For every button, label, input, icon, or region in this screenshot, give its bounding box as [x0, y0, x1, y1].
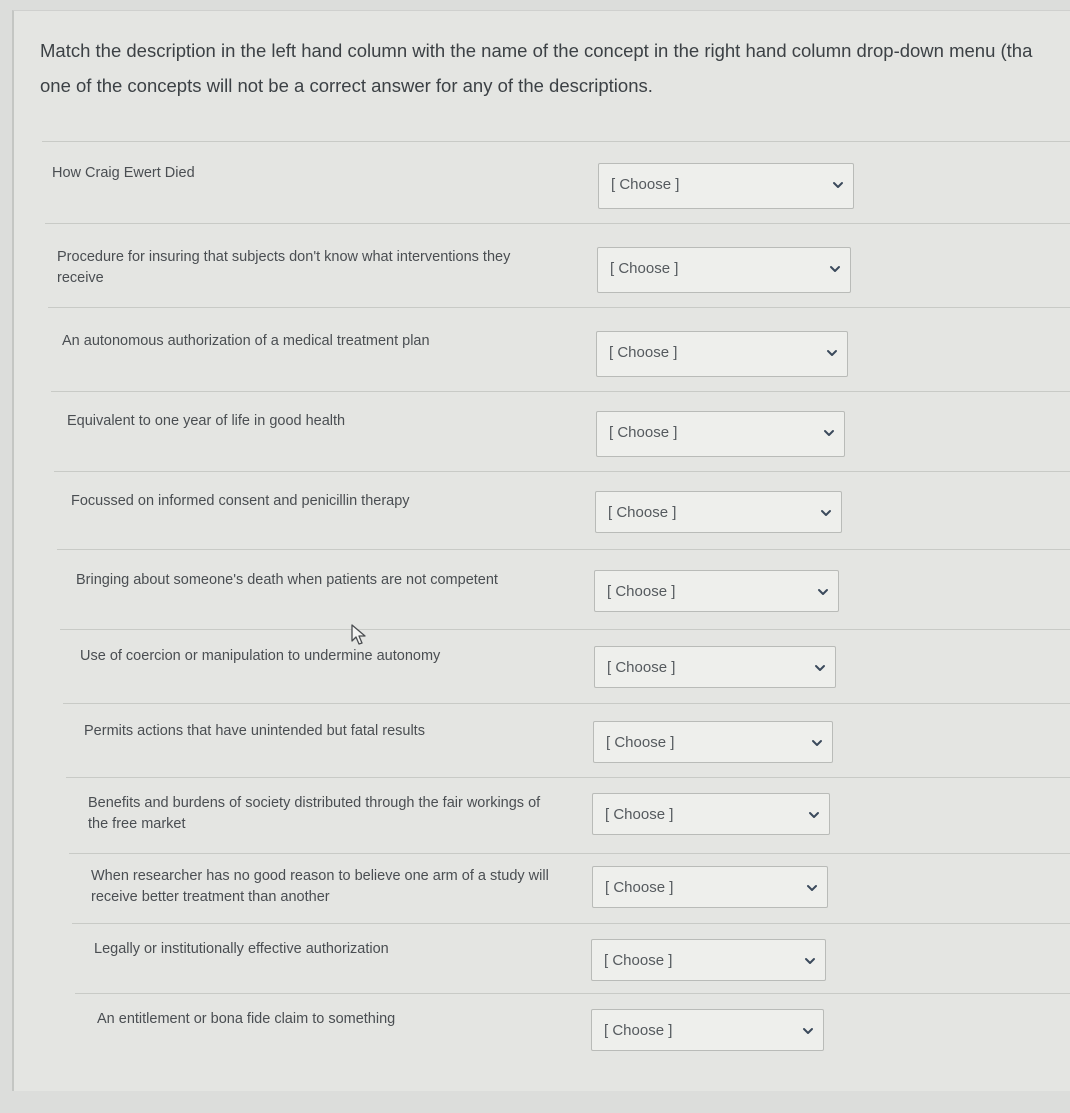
concept-dropdown[interactable]: [ Choose ]: [591, 939, 826, 981]
dropdown-selected-value: [ Choose ]: [607, 583, 676, 600]
dropdown-selected-value: [ Choose ]: [604, 952, 673, 969]
description-line: When researcher has no good reason to be…: [91, 868, 549, 884]
row-description: When researcher has no good reason to be…: [91, 866, 549, 908]
description-line: Permits actions that have unintended but…: [84, 723, 425, 739]
dropdown-selected-value: [ Choose ]: [605, 879, 674, 896]
description-line: Focussed on informed consent and penicil…: [71, 493, 410, 509]
description-line: How Craig Ewert Died: [52, 165, 195, 181]
concept-dropdown[interactable]: [ Choose ]: [592, 866, 828, 908]
dropdown-selected-value: [ Choose ]: [609, 424, 678, 441]
question-prompt: Match the description in the left hand c…: [40, 33, 1070, 103]
concept-dropdown[interactable]: [ Choose ]: [596, 411, 845, 457]
row-description: An autonomous authorization of a medical…: [62, 331, 430, 352]
prompt-line-1: Match the description in the left hand c…: [40, 40, 1033, 61]
row-description: Permits actions that have unintended but…: [84, 721, 425, 742]
match-row: An autonomous authorization of a medical…: [14, 331, 1070, 391]
description-line: Legally or institutionally effective aut…: [94, 941, 389, 957]
match-row: Use of coercion or manipulation to under…: [14, 646, 1070, 706]
row-divider: [54, 471, 1070, 472]
match-row: When researcher has no good reason to be…: [14, 866, 1070, 926]
concept-dropdown[interactable]: [ Choose ]: [591, 1009, 824, 1051]
description-line: An autonomous authorization of a medical…: [62, 333, 430, 349]
dropdown-selected-value: [ Choose ]: [607, 659, 676, 676]
description-line: An entitlement or bona fide claim to som…: [97, 1011, 396, 1027]
chevron-down-icon: [801, 1024, 815, 1038]
chevron-down-icon: [805, 881, 819, 895]
row-divider: [48, 307, 1070, 308]
chevron-down-icon: [813, 661, 827, 675]
match-row: Procedure for insuring that subjects don…: [14, 247, 1070, 307]
match-row: Bringing about someone's death when pati…: [14, 570, 1070, 630]
concept-dropdown[interactable]: [ Choose ]: [594, 570, 839, 612]
concept-dropdown[interactable]: [ Choose ]: [595, 491, 842, 533]
description-line: Use of coercion or manipulation to under…: [80, 648, 441, 664]
description-line: Equivalent to one year of life in good h…: [67, 413, 346, 429]
concept-dropdown[interactable]: [ Choose ]: [597, 247, 851, 293]
chevron-down-icon: [807, 808, 821, 822]
chevron-down-icon: [810, 736, 824, 750]
chevron-down-icon: [819, 506, 833, 520]
row-description: Bringing about someone's death when pati…: [76, 570, 498, 591]
match-row: Focussed on informed consent and penicil…: [14, 491, 1070, 551]
description-line: the free market: [88, 816, 186, 832]
question-panel: Match the description in the left hand c…: [12, 10, 1070, 1091]
dropdown-selected-value: [ Choose ]: [606, 734, 675, 751]
description-line: receive better treatment than another: [91, 889, 330, 905]
description-line: receive: [57, 270, 104, 286]
row-description: Legally or institutionally effective aut…: [94, 939, 389, 960]
row-description: Use of coercion or manipulation to under…: [80, 646, 440, 667]
concept-dropdown[interactable]: [ Choose ]: [596, 331, 848, 377]
dropdown-selected-value: [ Choose ]: [610, 260, 679, 277]
concept-dropdown[interactable]: [ Choose ]: [594, 646, 836, 688]
screen: Match the description in the left hand c…: [0, 0, 1070, 1113]
chevron-down-icon: [803, 954, 817, 968]
description-line: Benefits and burdens of society distribu…: [88, 795, 541, 811]
description-line: Procedure for insuring that subjects don…: [57, 249, 511, 265]
chevron-down-icon: [828, 262, 842, 276]
chevron-down-icon: [831, 178, 845, 192]
dropdown-selected-value: [ Choose ]: [611, 176, 680, 193]
chevron-down-icon: [816, 585, 830, 599]
match-row: Legally or institutionally effective aut…: [14, 939, 1070, 999]
match-row: Benefits and burdens of society distribu…: [14, 793, 1070, 853]
row-divider: [69, 853, 1070, 854]
description-line: Bringing about someone's death when pati…: [76, 572, 498, 588]
row-divider: [51, 391, 1070, 392]
concept-dropdown[interactable]: [ Choose ]: [598, 163, 854, 209]
match-row: How Craig Ewert Died [ Choose ]: [14, 163, 1070, 223]
row-description: How Craig Ewert Died: [52, 163, 195, 184]
row-description: Benefits and burdens of society distribu…: [88, 793, 540, 835]
match-row: Equivalent to one year of life in good h…: [14, 411, 1070, 471]
concept-dropdown[interactable]: [ Choose ]: [593, 721, 833, 763]
dropdown-selected-value: [ Choose ]: [609, 344, 678, 361]
match-row: Permits actions that have unintended but…: [14, 721, 1070, 781]
dropdown-selected-value: [ Choose ]: [604, 1022, 673, 1039]
row-description: Focussed on informed consent and penicil…: [71, 491, 410, 512]
row-description: An entitlement or bona fide claim to som…: [97, 1009, 395, 1030]
row-divider: [45, 223, 1070, 224]
match-row: An entitlement or bona fide claim to som…: [14, 1009, 1070, 1069]
row-divider: [42, 141, 1070, 142]
concept-dropdown[interactable]: [ Choose ]: [592, 793, 830, 835]
dropdown-selected-value: [ Choose ]: [605, 806, 674, 823]
dropdown-selected-value: [ Choose ]: [608, 504, 677, 521]
row-description: Procedure for insuring that subjects don…: [57, 247, 510, 289]
chevron-down-icon: [825, 346, 839, 360]
row-description: Equivalent to one year of life in good h…: [67, 411, 345, 432]
chevron-down-icon: [822, 426, 836, 440]
mouse-pointer-icon: [350, 624, 368, 646]
prompt-line-2: one of the concepts will not be a correc…: [40, 75, 653, 96]
